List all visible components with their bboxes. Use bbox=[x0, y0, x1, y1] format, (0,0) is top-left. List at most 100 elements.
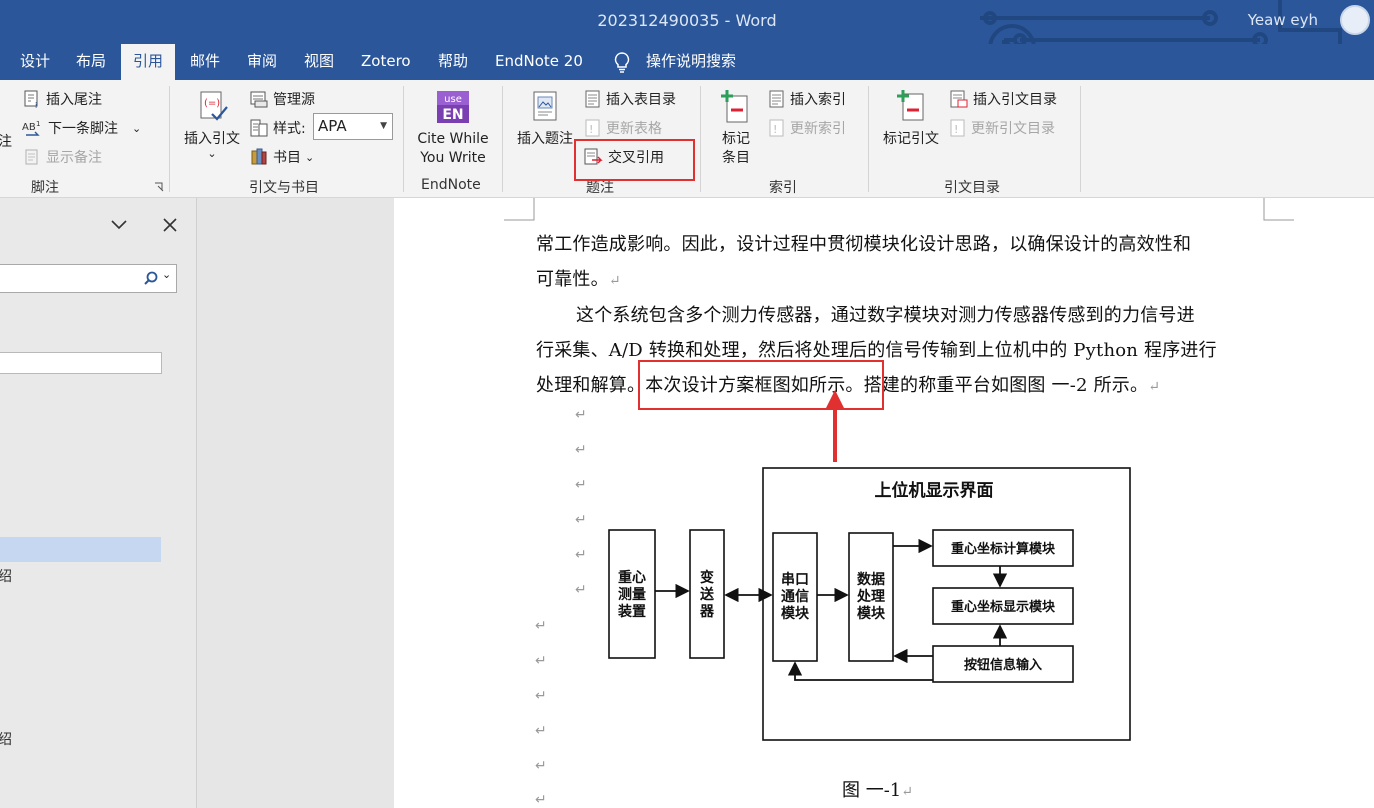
tab-layout[interactable]: 布局 bbox=[64, 44, 118, 80]
mark-citation-label: 标记引文 bbox=[883, 131, 939, 147]
paragraph-mark: ↵ bbox=[1148, 379, 1161, 395]
insert-endnote-icon: i bbox=[24, 90, 38, 109]
ribbon-tab-bar: 设计 布局 引用 邮件 审阅 视图 Zotero 帮助 EndNote 20 操… bbox=[0, 44, 1374, 80]
tab-help[interactable]: 帮助 bbox=[426, 44, 480, 80]
paragraph-mark: ↵ bbox=[901, 784, 913, 800]
endnote-logo-top: use bbox=[444, 94, 462, 105]
figure-caption[interactable]: 图 一-1↵ bbox=[842, 776, 913, 802]
citation-style-select[interactable]: APA ▼ bbox=[313, 113, 393, 140]
bibliography-label: 书目 bbox=[273, 150, 301, 166]
tab-endnote[interactable]: EndNote 20 bbox=[483, 44, 595, 80]
update-toa-icon: ! bbox=[950, 119, 965, 137]
group-label-footnotes: 脚注 bbox=[31, 180, 59, 196]
insert-toa-button[interactable]: 插入引文目录 bbox=[949, 89, 1057, 109]
body-text-segment: 可靠性。 bbox=[536, 269, 609, 290]
insert-index-label: 插入索引 bbox=[790, 92, 846, 108]
paragraph-mark: ↵ bbox=[535, 723, 547, 739]
close-icon[interactable] bbox=[162, 217, 178, 233]
nav-search-input[interactable]: ⌄ bbox=[0, 264, 177, 293]
insert-footnote-partial[interactable]: 注 bbox=[0, 131, 12, 151]
nav-selected-heading[interactable] bbox=[0, 537, 161, 562]
show-notes-label: 显示备注 bbox=[46, 150, 102, 166]
serial-module-label: 通信 bbox=[781, 588, 809, 605]
paragraph-mark: ↵ bbox=[575, 547, 587, 563]
update-toa-button[interactable]: ! 更新引文目录 bbox=[949, 118, 1055, 138]
svg-text:i: i bbox=[35, 101, 37, 109]
insert-table-of-figures-label: 插入表目录 bbox=[606, 92, 676, 108]
insert-index-icon bbox=[769, 90, 784, 108]
update-table-icon: ! bbox=[585, 119, 600, 137]
figure-caption-text: 图 一-1 bbox=[842, 780, 902, 801]
insert-table-of-figures-button[interactable]: 插入表目录 bbox=[584, 89, 676, 109]
paragraph-mark: ↵ bbox=[575, 407, 587, 423]
tab-design[interactable]: 设计 bbox=[8, 44, 62, 80]
group-separator bbox=[1080, 86, 1081, 192]
chevron-down-icon[interactable]: ⌄ bbox=[181, 148, 243, 159]
insert-caption-button[interactable]: 插入题注 bbox=[512, 90, 578, 149]
nav-heading-item[interactable]: 绍 bbox=[0, 566, 12, 586]
tab-mailings[interactable]: 邮件 bbox=[178, 44, 232, 80]
insert-index-button[interactable]: 插入索引 bbox=[768, 89, 846, 109]
endnote-logo-icon: use EN bbox=[437, 91, 469, 123]
transmitter-label: 送 bbox=[699, 586, 715, 603]
calc-module-label: 重心坐标计算模块 bbox=[951, 541, 1056, 557]
display-module-label: 重心坐标显示模块 bbox=[951, 599, 1056, 615]
body-text-line[interactable]: 常工作造成影响。因此，设计过程中贯彻模块化设计思路，以确保设计的高效性和 bbox=[536, 230, 1191, 256]
nav-heading-item[interactable]: 绍 bbox=[0, 729, 12, 749]
bibliography-button[interactable]: 书目 ⌄ bbox=[249, 147, 314, 167]
table-of-figures-icon bbox=[585, 90, 600, 108]
body-text-line[interactable]: 可靠性。↵ bbox=[536, 265, 621, 291]
update-index-button[interactable]: ! 更新索引 bbox=[768, 118, 846, 138]
body-text-line[interactable]: 行采集、A/D 转换和处理，然后将处理后的信号传输到上位机中的 Python 程… bbox=[536, 336, 1217, 362]
insert-endnote-button[interactable]: i 插入尾注 bbox=[22, 89, 102, 109]
update-table-button[interactable]: ! 更新表格 bbox=[584, 118, 662, 138]
cite-while-line2: You Write bbox=[420, 150, 486, 166]
dropdown-caret-icon[interactable]: ▼ bbox=[380, 114, 387, 139]
insert-toa-icon bbox=[950, 90, 968, 108]
mark-citation-icon bbox=[897, 90, 924, 121]
group-separator bbox=[502, 86, 503, 192]
chevron-down-icon[interactable]: ⌄ bbox=[305, 151, 314, 164]
tab-review[interactable]: 审阅 bbox=[235, 44, 289, 80]
data-processing-label: 模块 bbox=[857, 605, 886, 622]
search-icon[interactable] bbox=[143, 271, 159, 287]
mark-entry-icon bbox=[721, 90, 748, 123]
paragraph-mark: ↵ bbox=[575, 582, 587, 598]
serial-module-label: 模块 bbox=[781, 605, 810, 622]
tab-references[interactable]: 引用 bbox=[121, 44, 176, 80]
insert-citation-icon: (=) bbox=[200, 91, 228, 121]
update-toa-label: 更新引文目录 bbox=[971, 121, 1055, 137]
mark-entry-button[interactable]: 标记 条目 bbox=[710, 88, 762, 168]
next-footnote-button[interactable]: AB 1 下一条脚注 ⌄ bbox=[22, 118, 141, 138]
mark-citation-button[interactable]: 标记引文 bbox=[878, 88, 944, 149]
insert-caption-icon bbox=[533, 91, 557, 121]
nav-secondary-field[interactable] bbox=[0, 352, 162, 374]
update-index-icon: ! bbox=[769, 119, 784, 137]
tab-zotero[interactable]: Zotero bbox=[349, 44, 423, 80]
update-index-label: 更新索引 bbox=[790, 121, 846, 137]
next-footnote-label: 下一条脚注 bbox=[48, 121, 118, 137]
document-title: 202312490035 - Word bbox=[597, 11, 777, 30]
citation-style-value: APA bbox=[318, 117, 347, 135]
button-input-label: 按钮信息输入 bbox=[964, 657, 1042, 673]
group-separator bbox=[403, 86, 404, 192]
insert-citation-button[interactable]: (=) 插入引文 ⌄ bbox=[181, 88, 243, 159]
insert-caption-label: 插入题注 bbox=[517, 131, 573, 147]
style-icon bbox=[250, 119, 268, 137]
chevron-down-icon[interactable]: ⌄ bbox=[132, 122, 141, 135]
body-text-line[interactable]: 这个系统包含多个测力传感器，通过数字模块对测力传感器传感到的力信号进 bbox=[576, 301, 1195, 327]
manage-sources-label: 管理源 bbox=[273, 92, 315, 108]
tell-me-search[interactable]: 操作说明搜索 bbox=[634, 44, 748, 80]
user-avatar[interactable] bbox=[1340, 5, 1370, 35]
show-notes-button[interactable]: 显示备注 bbox=[22, 147, 102, 167]
manage-sources-button[interactable]: 管理源 bbox=[249, 89, 315, 109]
chevron-down-icon[interactable]: ⌄ bbox=[162, 268, 171, 281]
center-measure-label: 重心 bbox=[618, 569, 646, 586]
dialog-launcher-icon[interactable] bbox=[154, 182, 164, 192]
user-name[interactable]: Yeaw eyh bbox=[1248, 11, 1318, 29]
tab-view[interactable]: 视图 bbox=[292, 44, 346, 80]
cite-while-you-write-button[interactable]: use EN Cite While You Write bbox=[412, 90, 494, 168]
style-label: 样式: bbox=[273, 121, 306, 137]
block-diagram: 上位机显示界面 重心 测量 装置 变 送 器 串口 通信 模块 数据 处理 模块… bbox=[608, 467, 1131, 741]
chevron-down-icon[interactable] bbox=[110, 219, 128, 231]
